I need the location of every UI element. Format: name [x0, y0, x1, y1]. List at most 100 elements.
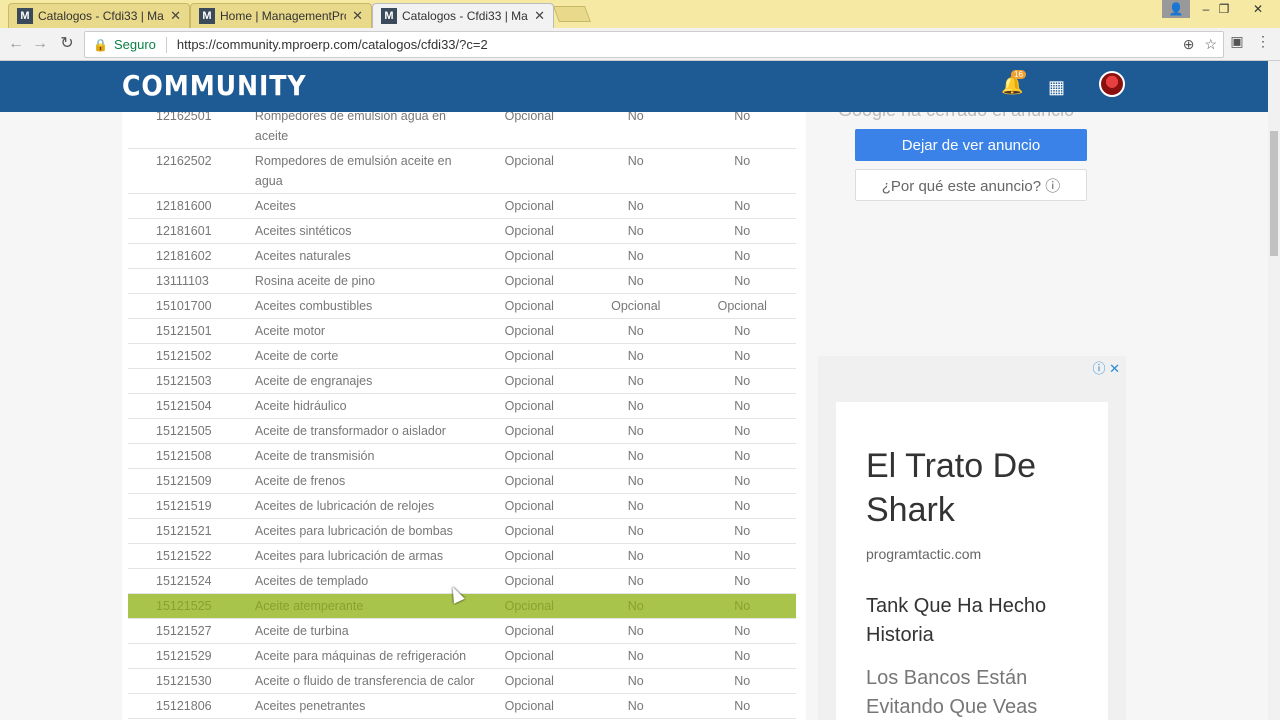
ad-card[interactable]: El Trato De Shark programtactic.com Tank… [836, 402, 1108, 720]
window-close-icon[interactable]: ✕ [1236, 0, 1280, 18]
forward-icon[interactable]: → [30, 34, 50, 54]
avatar[interactable] [1099, 71, 1125, 97]
table-cell-code: 15121524 [128, 568, 251, 594]
table-cell-desc: Aceites para lubricación de bombas [250, 518, 476, 544]
scrollbar[interactable] [1268, 61, 1280, 720]
table-cell-c5: No [688, 618, 796, 644]
apps-grid-icon[interactable]: ▦ [1048, 77, 1065, 98]
table-row[interactable]: 12162501 Rompedores de emulsión agua en a… [128, 112, 796, 149]
table-cell-c5: No [688, 112, 796, 149]
table-row[interactable]: 15121527 Aceite de turbina Opcional No No [128, 618, 796, 644]
community-logo[interactable]: COMMUNITY [122, 69, 307, 102]
table-row[interactable]: 15121521 Aceites para lubricación de bomb… [128, 518, 796, 544]
tab-title: Home | ManagementPro [220, 9, 347, 23]
table-cell-c3: Opcional [475, 243, 583, 269]
ad-subtitle-2[interactable]: Los Bancos Están Evitando Que Veas [866, 664, 1096, 720]
table-row[interactable]: 15121501 Aceite motor Opcional No No [128, 318, 796, 344]
table-row[interactable]: 15121529 Aceite para máquinas de refriger… [128, 643, 796, 669]
table-cell-code: 13111103 [128, 268, 251, 294]
table-cell-c4: No [583, 643, 689, 669]
star-icon[interactable]: ☆ [1204, 36, 1217, 53]
restore-icon[interactable]: ❐ [1212, 0, 1236, 18]
table-cell-code: 15121504 [128, 393, 251, 419]
menu-icon[interactable]: ⋮ [1254, 33, 1272, 51]
table-cell-desc: Aceite de transformador o aislador [250, 418, 476, 444]
table-cell-c4: No [583, 593, 689, 619]
ad-title[interactable]: El Trato De Shark [866, 444, 1096, 532]
table-cell-c4: No [583, 568, 689, 594]
table-row[interactable]: 12181601 Aceites sintéticos Opcional No No [128, 218, 796, 244]
table-row[interactable]: 15121503 Aceite de engranajes Opcional No No [128, 368, 796, 394]
zoom-icon[interactable]: ⊕ [1183, 36, 1195, 53]
reload-icon[interactable]: ↻ [57, 34, 77, 54]
table-row[interactable]: 15121505 Aceite de transformador o aislad… [128, 418, 796, 444]
table-cell-c4: Opcional [583, 293, 689, 319]
ad-subtitle[interactable]: Tank Que Ha Hecho Historia [866, 592, 1096, 650]
tab-strip: M Catalogos - Cfdi33 | Man ✕ M Home | Ma… [0, 0, 1280, 28]
lock-icon: 🔒 [93, 37, 108, 52]
table-cell-c3: Opcional [475, 593, 583, 619]
browser-tab-2[interactable]: M Home | ManagementPro ✕ [190, 3, 372, 28]
table-cell-c5: No [688, 318, 796, 344]
browser-tab-1[interactable]: M Catalogos - Cfdi33 | Man ✕ [8, 3, 190, 28]
table-row[interactable]: 12181602 Aceites naturales Opcional No No [128, 243, 796, 269]
extension-icon[interactable]: ▣ [1228, 33, 1246, 51]
close-icon[interactable]: ✕ [170, 8, 181, 24]
table-row[interactable]: 15101700 Aceites combustibles Opcional Opci… [128, 293, 796, 319]
tab-title: Catalogos - Cfdi33 | Man [402, 9, 529, 23]
table-cell-c4: No [583, 543, 689, 569]
table-row[interactable]: 15121530 Aceite o fluido de transferencia… [128, 668, 796, 694]
scrollbar-thumb[interactable] [1270, 131, 1278, 256]
table-cell-code: 12162502 [128, 148, 251, 194]
table-row[interactable]: 13111103 Rosina aceite de pino Opcional No N… [128, 268, 796, 294]
table-row[interactable]: 15121519 Aceites de lubricación de reloje… [128, 493, 796, 519]
user-icon[interactable]: 👤 [1162, 0, 1190, 18]
table-cell-code: 15121529 [128, 643, 251, 669]
table-cell-c5: No [688, 643, 796, 669]
table-cell-code: 12181600 [128, 193, 251, 219]
notification-badge: 16 [1011, 70, 1026, 79]
table-cell-c5: No [688, 393, 796, 419]
closed-ad: Google ha cerrado el anuncio Dejar de ve… [818, 112, 1126, 352]
table-cell-code: 15121508 [128, 443, 251, 469]
table-cell-c3: Opcional [475, 518, 583, 544]
favicon-icon: M [199, 8, 215, 24]
table-cell-desc: Aceites sintéticos [250, 218, 476, 244]
secure-label: Seguro [113, 37, 156, 52]
table-row[interactable]: 15121806 Aceites penetrantes Opcional No No [128, 693, 796, 719]
table-cell-c4: No [583, 468, 689, 494]
table-cell-desc: Rompedores de emulsión agua en aceite [250, 112, 476, 149]
table-row[interactable]: 15121524 Aceites de templado Opcional No No [128, 568, 796, 594]
table-cell-c4: No [583, 618, 689, 644]
table-cell-c4: No [583, 368, 689, 394]
table-row[interactable]: 15121502 Aceite de corte Opcional No No [128, 343, 796, 369]
table-cell-c3: Opcional [475, 693, 583, 719]
table-cell-desc: Aceite hidráulico [250, 393, 476, 419]
table-row[interactable]: 15121522 Aceites para lubricación de arma… [128, 543, 796, 569]
browser-tab-3[interactable]: M Catalogos - Cfdi33 | Man ✕ [372, 3, 554, 28]
url-text: https://community.mproerp.com/catalogos/… [176, 37, 488, 52]
address-bar[interactable]: 🔒 Seguro https://community.mproerp.com/c… [84, 31, 1224, 58]
table-row[interactable]: 15121508 Aceite de transmisión Opcional No N… [128, 443, 796, 469]
table-row[interactable]: 15121509 Aceite de frenos Opcional No No [128, 468, 796, 494]
table-cell-c5: No [688, 468, 796, 494]
table-row[interactable]: 12162502 Rompedores de emulsión aceite en… [128, 148, 796, 194]
stop-ad-button[interactable]: Dejar de ver anuncio [855, 129, 1087, 161]
table-cell-c3: Opcional [475, 268, 583, 294]
new-tab-button[interactable] [553, 6, 591, 22]
site-header: COMMUNITY 🔔 16 ▦ [0, 61, 1268, 112]
table-cell-c4: No [583, 268, 689, 294]
table-cell-c4: No [583, 218, 689, 244]
back-icon[interactable]: ← [6, 34, 26, 54]
close-icon[interactable]: ✕ [534, 8, 545, 24]
why-ad-button[interactable]: ¿Por qué este anuncio? ⓘ [855, 169, 1087, 201]
table-cell-code: 12181601 [128, 218, 251, 244]
table-cell-c5: No [688, 148, 796, 194]
table-row[interactable]: 12181600 Aceites Opcional No No [128, 193, 796, 219]
table-cell-c5: No [688, 218, 796, 244]
table-cell-desc: Aceites para lubricación de armas [250, 543, 476, 569]
close-icon[interactable]: ✕ [352, 8, 363, 24]
adchoices-icon[interactable]: ⓘ ✕ [1092, 358, 1120, 377]
table-row[interactable]: 15121504 Aceite hidráulico Opcional No No [128, 393, 796, 419]
table-cell-c5: No [688, 593, 796, 619]
